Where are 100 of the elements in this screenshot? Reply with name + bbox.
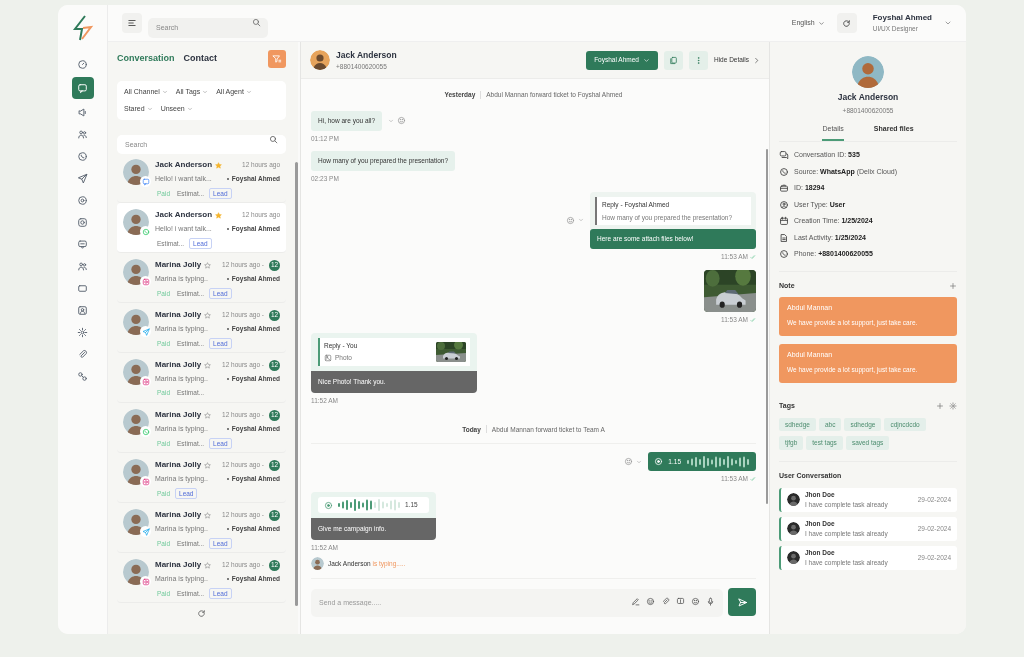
waveform-drawing (337, 498, 401, 512)
add-icon[interactable] (949, 281, 957, 290)
avatar (123, 409, 149, 435)
search-icon (269, 135, 278, 144)
chevron-down-icon (161, 89, 168, 96)
avatar (123, 509, 149, 535)
avatar (310, 50, 330, 70)
emoji-icon[interactable] (624, 457, 634, 467)
briefcase-icon (779, 183, 789, 194)
microphone-icon[interactable] (706, 597, 715, 606)
avatar (123, 159, 149, 185)
contact-name: Marina Jolly (155, 559, 202, 571)
search-icon (252, 18, 261, 27)
emoji-icon[interactable] (397, 116, 407, 126)
link-icon (77, 370, 88, 382)
avatar (123, 559, 149, 585)
tab[interactable]: Contact (183, 52, 217, 66)
paper-plane-icon (141, 527, 150, 536)
pen-icon[interactable] (631, 597, 640, 606)
chevron-down-icon (146, 105, 153, 112)
chevron-down-icon (642, 56, 650, 64)
contact-name: Jack Anderson (155, 159, 213, 171)
contact-name: Jack Anderson (837, 91, 899, 104)
document-icon (779, 232, 789, 243)
message-icon (77, 238, 88, 250)
refresh-icon[interactable] (197, 609, 206, 618)
sticker-icon[interactable] (646, 597, 655, 606)
target-icon (77, 194, 88, 206)
avatar (787, 493, 800, 506)
contact-name: Marina Jolly (155, 359, 202, 371)
copy-icon (668, 55, 678, 65)
nav-item[interactable] (71, 77, 94, 99)
tab[interactable]: Conversation (117, 52, 175, 66)
contact-name: Marina Jolly (155, 409, 202, 421)
avatar (311, 557, 324, 570)
contact-name: Marina Jolly (155, 509, 202, 521)
people-icon (77, 260, 88, 272)
chat-bubbles-icon (779, 150, 789, 161)
camera-icon (141, 377, 150, 386)
chevron-down-icon (186, 105, 193, 112)
waveform-drawing (686, 454, 750, 469)
chevron-down-icon (245, 89, 252, 96)
camera-icon (141, 577, 150, 586)
user-name: Foyshal Ahmed (872, 12, 932, 25)
contact-card-icon (77, 304, 88, 316)
avatar (123, 359, 149, 385)
menu-button[interactable] (122, 13, 142, 33)
menu-icon (127, 18, 137, 28)
send-button[interactable] (728, 588, 756, 616)
gauge-icon (77, 58, 88, 70)
chevron-down-icon (202, 89, 209, 96)
paperclip-icon (77, 348, 88, 360)
play-icon[interactable] (324, 500, 333, 510)
avatar (787, 522, 800, 535)
avatar (852, 56, 884, 88)
avatar (123, 309, 149, 335)
refresh-button[interactable] (836, 13, 857, 33)
send-icon (736, 596, 748, 608)
paperclip-icon[interactable] (661, 597, 670, 606)
copy-button[interactable] (663, 50, 683, 70)
chevron-down-icon[interactable] (944, 19, 952, 27)
image-icon (324, 354, 332, 363)
filter-button[interactable] (268, 50, 286, 68)
chevron-down-icon (817, 19, 825, 27)
scrollbar[interactable] (295, 162, 298, 606)
screen-icon (77, 282, 88, 294)
read-check-icon (750, 476, 756, 483)
avatar (123, 259, 149, 285)
comment-icon[interactable] (676, 597, 685, 606)
chat-icon (77, 82, 88, 94)
settings-icon (77, 326, 88, 338)
contact-name: Marina Jolly (155, 309, 202, 321)
filter-icon (272, 54, 282, 64)
chat-bubble-icon (141, 177, 150, 186)
avatar (123, 459, 149, 485)
chevron-right-icon (753, 56, 760, 64)
add-icon[interactable] (936, 402, 944, 411)
read-check-icon (750, 253, 756, 260)
paper-plane-icon (77, 172, 88, 184)
camera-icon (77, 216, 88, 228)
contact-name: Marina Jolly (155, 459, 202, 471)
contact-name: Jack Anderson (155, 209, 213, 221)
emoji-icon[interactable] (566, 215, 575, 225)
megaphone-icon (77, 106, 88, 118)
people-icon (77, 128, 88, 140)
contact-name: Jack Anderson (336, 48, 397, 62)
settings-icon[interactable] (949, 402, 957, 411)
camera-icon (141, 477, 150, 486)
user-icon (779, 199, 789, 210)
calendar-icon (779, 216, 789, 227)
camera-icon (141, 277, 150, 286)
refresh-icon (842, 18, 852, 28)
read-check-icon (750, 316, 756, 323)
logo (71, 15, 94, 41)
emoji-icon[interactable] (691, 597, 700, 606)
contact-name: Marina Jolly (155, 259, 202, 271)
avatar (123, 209, 149, 235)
scrollbar[interactable] (766, 149, 768, 504)
avatar (787, 551, 800, 564)
paper-plane-icon (141, 327, 150, 336)
